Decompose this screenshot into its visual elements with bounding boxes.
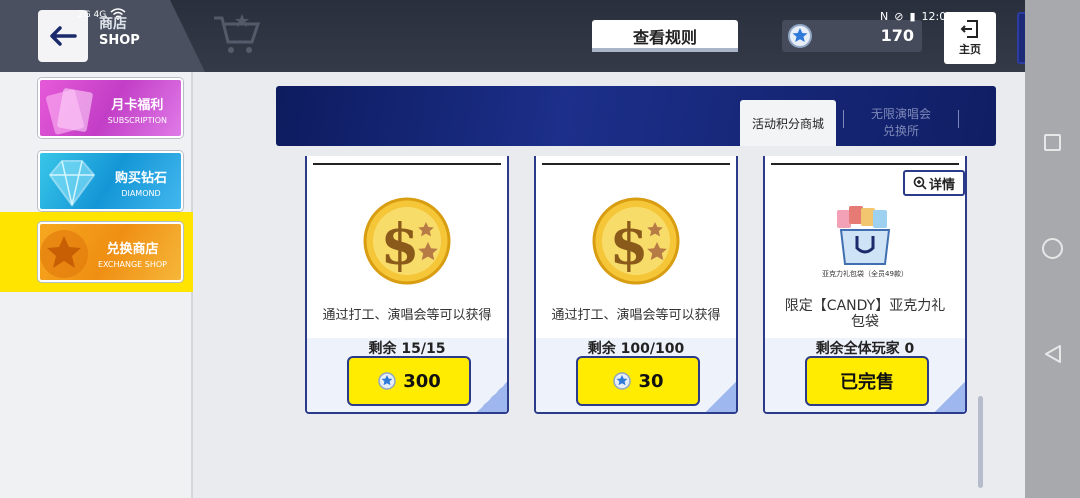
card-corner-decoration: [935, 382, 965, 412]
arrow-left-icon: [50, 26, 77, 46]
sold-out-button[interactable]: 已完售: [805, 356, 929, 406]
shop-item-card[interactable]: $ 通过打工、演唱会等可以获得 剩余 100/100 30: [534, 156, 738, 414]
view-rules-button[interactable]: 查看规则: [592, 20, 738, 52]
page-title-en: SHOP: [99, 32, 140, 48]
nav-back-icon[interactable]: [1044, 344, 1062, 364]
item-stock: 剩余 100/100: [587, 341, 685, 357]
buy-button[interactable]: 300: [347, 356, 471, 406]
cards-icon: [46, 88, 93, 135]
star-coin-icon: [788, 24, 812, 48]
svg-text:$: $: [610, 212, 649, 278]
item-description: 限定【CANDY】亚克力礼 包袋: [765, 298, 965, 330]
gold-coin-icon: $: [592, 197, 680, 285]
sidebar-item-diamond[interactable]: 购买钻石 DIAMOND: [38, 151, 183, 211]
star-coin-icon: [613, 372, 632, 390]
sidebar-item-label: 兑换商店: [106, 242, 159, 257]
card-top-line: [771, 163, 959, 165]
card-top-line: [542, 163, 730, 165]
sidebar-item-label: 购买钻石: [114, 171, 167, 186]
currency-display: 170: [782, 20, 922, 52]
sidebar-item-label: 月卡福利: [111, 98, 164, 113]
exit-door-icon: [960, 20, 978, 38]
svg-text:$: $: [381, 212, 420, 278]
cart-icon: [214, 14, 261, 53]
price-label: 300: [403, 370, 441, 392]
sidebar-item-exchange-shop[interactable]: 兑换商店 EXCHANGE SHOP: [38, 222, 183, 282]
item-stock: 剩余全体玩家 0: [815, 341, 915, 357]
star-medal-icon: [40, 230, 88, 278]
item-description-line1: 限定【CANDY】亚克力礼: [784, 298, 946, 314]
currency-amount: 170: [880, 26, 914, 45]
home-label: 主页: [959, 43, 981, 56]
gold-coin-icon: $: [363, 197, 451, 285]
card-corner-decoration: [706, 382, 736, 412]
price-label: 30: [638, 370, 664, 392]
item-image: [765, 186, 965, 296]
item-image-caption: 亚克力礼包袋（全员49款）: [822, 270, 908, 278]
card-corner-decoration: [477, 382, 507, 412]
item-image: $: [536, 186, 736, 296]
tab-label-line2: 兑换所: [882, 123, 919, 138]
item-description-line2: 包袋: [851, 314, 879, 331]
tab-infinite-concert-exchange[interactable]: 无限演唱会 兑换所: [846, 106, 956, 140]
gift-bag-icon: [837, 206, 891, 265]
mute-icon: ⊘: [894, 10, 904, 23]
card-top-line: [313, 163, 501, 165]
tab-label-line1: 无限演唱会: [870, 107, 931, 121]
tab-divider: [843, 110, 844, 128]
diamond-icon: [48, 160, 96, 207]
nfc-icon: N: [880, 10, 889, 23]
item-image: $: [307, 186, 507, 296]
sidebar-item-subscription[interactable]: 月卡福利 SUBSCRIPTION: [38, 78, 183, 138]
status-bar-right: N ⊘ ▮ 12:00: [880, 10, 953, 23]
item-description: 通过打工、演唱会等可以获得: [551, 308, 721, 323]
sidebar-item-sublabel: EXCHANGE SHOP: [97, 260, 167, 269]
home-circle-icon[interactable]: [1042, 238, 1063, 259]
home-button[interactable]: 主页: [944, 12, 996, 64]
star-coin-icon: [378, 372, 396, 390]
shop-item-card[interactable]: $ 通过打工、演唱会等可以获得 剩余 15/15 300: [305, 156, 509, 414]
shop-item-card[interactable]: 详情 亚克力礼包袋（全员49款） 限定【CANDY】亚克力礼 包袋 剩余全体玩家…: [763, 156, 967, 414]
sidebar-item-sublabel: DIAMOND: [121, 189, 161, 198]
sidebar-item-sublabel: SUBSCRIPTION: [107, 116, 167, 125]
scrollbar-thumb[interactable]: [978, 396, 983, 488]
item-description: 通过打工、演唱会等可以获得: [322, 308, 492, 323]
buy-button[interactable]: 30: [576, 356, 700, 406]
recent-apps-icon[interactable]: [1044, 134, 1061, 151]
page-title: 商店 SHOP: [99, 16, 140, 48]
item-stock: 剩余 15/15: [368, 341, 446, 357]
tab-divider: [958, 110, 959, 128]
page-title-cn: 商店: [99, 16, 127, 32]
battery-icon: ▮: [909, 10, 916, 23]
tab-event-points-shop[interactable]: 活动积分商城: [740, 100, 836, 146]
